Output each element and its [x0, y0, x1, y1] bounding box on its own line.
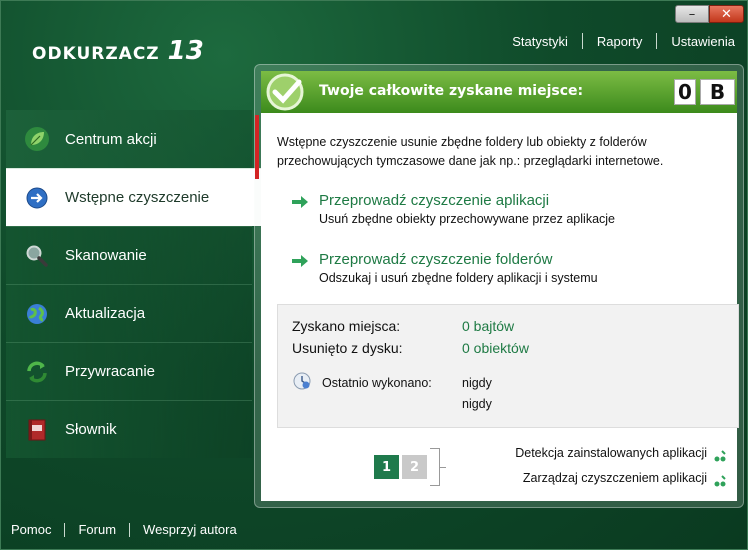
forum-link[interactable]: Forum	[78, 522, 116, 537]
checkmark-icon	[263, 72, 311, 112]
book-icon	[24, 417, 50, 443]
alert-indicator	[255, 115, 259, 179]
app-name: Odkurzacz	[32, 44, 160, 64]
tools-icon	[713, 473, 727, 487]
removed-objects-label: Usunięto z dysku:	[292, 340, 403, 356]
page-1-button[interactable]: 1	[374, 455, 399, 479]
sidebar-item-label: Centrum akcji	[65, 130, 157, 148]
arrow-circle-icon	[24, 185, 50, 211]
help-link[interactable]: Pomoc	[11, 522, 51, 537]
sidebar-item-label: Przywracanie	[65, 363, 156, 380]
tools-icon	[713, 448, 727, 462]
clock-icon	[293, 372, 311, 390]
arrow-right-icon	[291, 253, 309, 267]
sidebar-item-action-center[interactable]: Centrum akcji	[6, 110, 252, 168]
sidebar-item-label: Wstępne czyszczenie	[65, 189, 210, 206]
panel-header: Twoje całkowite zyskane miejsce: 0 B	[261, 71, 737, 113]
sidebar-item-restore[interactable]: Przywracanie	[6, 342, 252, 400]
bottom-nav: Pomoc Forum Wesprzyj autora	[11, 522, 237, 537]
panel-description: Wstępne czyszczenie usunie zbędne folder…	[277, 135, 664, 168]
last-run-label: Ostatnio wykonano:	[322, 376, 432, 390]
bottom-nav-separator	[64, 522, 66, 537]
action-subtitle: Usuń zbędne obiekty przechowywane przez …	[319, 212, 615, 226]
top-nav: Statystyki Raporty Ustawienia	[512, 33, 735, 49]
leaf-icon	[24, 126, 50, 152]
sidebar-item-dictionary[interactable]: Słownik	[6, 400, 252, 458]
arrow-right-icon	[291, 194, 309, 208]
gained-space-label: Zyskano miejsca:	[292, 318, 401, 334]
close-button[interactable]: ✕	[709, 5, 744, 23]
top-nav-separator	[656, 33, 658, 49]
bottom-nav-separator	[129, 522, 131, 537]
manage-app-cleaning-link[interactable]: Zarządzaj czyszczeniem aplikacji	[523, 471, 707, 485]
action-title[interactable]: Przeprowadź czyszczenie folderów	[319, 251, 598, 268]
app-title: Odkurzacz 13	[32, 36, 204, 66]
main-panel: Twoje całkowite zyskane miejsce: 0 B Wst…	[254, 64, 744, 508]
top-nav-separator	[581, 33, 583, 49]
page-2-button[interactable]: 2	[402, 455, 427, 479]
top-nav-reports[interactable]: Raporty	[597, 34, 643, 49]
support-author-link[interactable]: Wesprzyj autora	[143, 522, 237, 537]
space-counter-unit: B	[700, 79, 735, 105]
top-nav-statistics[interactable]: Statystyki	[512, 34, 568, 49]
detect-installed-apps-link[interactable]: Detekcja zainstalowanych aplikacji	[515, 446, 707, 460]
sidebar-item-scanning[interactable]: Skanowanie	[6, 226, 252, 284]
magnifier-icon	[24, 243, 50, 269]
sidebar: Centrum akcji Wstępne czyszczenie Skanow…	[6, 110, 262, 458]
gained-space-value: 0 bajtów	[462, 318, 515, 334]
minimize-button[interactable]: –	[675, 5, 709, 23]
space-counter-value: 0	[674, 79, 696, 105]
clean-applications-action[interactable]: Przeprowadź czyszczenie aplikacji Usuń z…	[291, 192, 615, 226]
action-title[interactable]: Przeprowadź czyszczenie aplikacji	[319, 192, 615, 209]
panel-content: Twoje całkowite zyskane miejsce: 0 B Wst…	[255, 71, 739, 501]
top-nav-settings[interactable]: Ustawienia	[671, 34, 735, 49]
stats-box: Zyskano miejsca: 0 bajtów Usunięto z dys…	[277, 304, 739, 428]
pager-bracket	[430, 448, 446, 486]
app-version: 13	[167, 36, 204, 66]
pager: 1 2	[374, 455, 427, 479]
refresh-icon	[24, 359, 50, 385]
removed-objects-value: 0 obiektów	[462, 340, 529, 356]
last-run-value: nigdy	[462, 397, 492, 411]
sidebar-item-label: Skanowanie	[65, 247, 147, 264]
globe-icon	[24, 301, 50, 327]
sidebar-item-label: Aktualizacja	[65, 305, 146, 322]
action-subtitle: Odszukaj i usuń zbędne foldery aplikacji…	[319, 271, 598, 285]
panel-header-title: Twoje całkowite zyskane miejsce:	[319, 83, 584, 99]
sidebar-item-label: Słownik	[65, 421, 117, 438]
sidebar-item-pre-cleaning[interactable]: Wstępne czyszczenie	[6, 168, 262, 226]
sidebar-item-update[interactable]: Aktualizacja	[6, 284, 252, 342]
last-run-value: nigdy	[462, 376, 492, 390]
clean-folders-action[interactable]: Przeprowadź czyszczenie folderów Odszuka…	[291, 251, 598, 285]
